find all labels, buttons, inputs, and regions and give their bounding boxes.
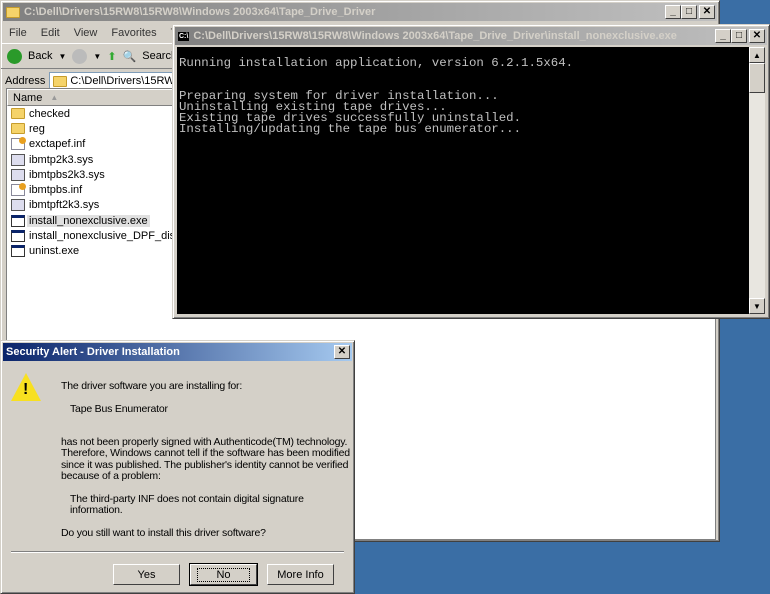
minimize-button[interactable]: _ [715, 29, 731, 43]
explorer-title-bar[interactable]: C:\Dell\Drivers\15RW8\15RW8\Windows 2003… [3, 3, 717, 21]
menu-favorites[interactable]: Favorites [111, 27, 156, 39]
console-icon: C:\ [178, 31, 190, 41]
maximize-button[interactable]: □ [731, 29, 747, 43]
yes-button[interactable]: Yes [113, 564, 180, 585]
column-header-name[interactable]: Name ▲ [7, 89, 174, 106]
security-alert-dialog: Security Alert - Driver Installation ✕ !… [0, 340, 355, 594]
sys-icon [11, 168, 25, 181]
menu-edit[interactable]: Edit [41, 27, 60, 39]
dialog-question: Do you still want to install this driver… [61, 527, 266, 539]
folder-icon [53, 75, 68, 87]
dialog-reason: The third-party INF does not contain dig… [70, 493, 304, 517]
sort-ascending-icon: ▲ [50, 93, 59, 102]
close-button[interactable]: ✕ [699, 5, 715, 19]
exe-icon [11, 245, 25, 258]
file-name: ibmtpbs.inf [29, 184, 83, 197]
more-info-label: More Info [277, 568, 324, 581]
inf-icon [11, 183, 26, 197]
file-name: ibmtp2k3.sys [29, 153, 94, 166]
forward-button[interactable] [72, 48, 88, 64]
device-name: Tape Bus Enumerator [70, 403, 168, 415]
exe-icon [11, 214, 25, 227]
explorer-title: C:\Dell\Drivers\15RW8\15RW8\Windows 2003… [24, 6, 376, 18]
file-name: reg [29, 122, 45, 135]
address-value: C:\Dell\Drivers\15RW8\ [70, 75, 184, 87]
console-window: C:\ C:\Dell\Drivers\15RW8\15RW8\Windows … [172, 24, 770, 319]
dialog-intro: The driver software you are installing f… [61, 380, 243, 392]
maximize-button[interactable]: □ [681, 5, 697, 19]
scroll-down-button[interactable]: ▼ [749, 298, 765, 314]
console-title: C:\Dell\Drivers\15RW8\15RW8\Windows 2003… [193, 30, 677, 42]
back-arrow-icon [7, 48, 22, 64]
file-name: checked [29, 107, 70, 120]
dialog-title-bar[interactable]: Security Alert - Driver Installation ✕ [3, 343, 352, 361]
search-icon: 🔍 [122, 50, 137, 63]
dialog-body: has not been properly signed with Authen… [61, 436, 350, 483]
scroll-thumb[interactable] [749, 63, 765, 93]
separator [11, 551, 344, 553]
console-title-bar[interactable]: C:\ C:\Dell\Drivers\15RW8\15RW8\Windows … [175, 27, 767, 45]
no-label: No [197, 567, 250, 582]
folder-icon [6, 6, 20, 18]
console-output: Running installation application, versio… [177, 47, 749, 314]
column-name-label: Name [13, 91, 43, 104]
file-name: install_nonexclusive_DPF_dis... [29, 230, 185, 243]
file-name: ibmtpbs2k3.sys [29, 168, 105, 181]
warning-exclamation-icon: ! [23, 381, 29, 398]
forward-dropdown-icon[interactable]: ▼ [93, 52, 101, 61]
minimize-button[interactable]: _ [665, 5, 681, 19]
file-name: exctapef.inf [29, 138, 86, 151]
file-name: install_nonexclusive.exe [27, 214, 150, 227]
close-button[interactable]: ✕ [749, 29, 765, 43]
no-button[interactable]: No [189, 563, 258, 586]
file-name: uninst.exe [29, 245, 80, 258]
folder-icon [11, 108, 25, 120]
more-info-button[interactable]: More Info [267, 564, 334, 585]
menu-view[interactable]: View [74, 27, 98, 39]
address-label: Address [5, 75, 46, 87]
scroll-up-button[interactable]: ▲ [749, 47, 765, 63]
vertical-scrollbar[interactable]: ▲ ▼ [749, 47, 765, 314]
exe-icon [11, 230, 25, 243]
sys-icon [11, 153, 25, 166]
file-name: ibmtpft2k3.sys [29, 199, 100, 212]
folder-icon [11, 123, 25, 135]
sys-icon [11, 199, 25, 212]
dialog-title: Security Alert - Driver Installation [6, 346, 180, 358]
menu-file[interactable]: File [9, 27, 27, 39]
close-button[interactable]: ✕ [334, 345, 350, 359]
yes-label: Yes [137, 568, 156, 581]
back-button[interactable]: Back [28, 50, 52, 62]
back-dropdown-icon[interactable]: ▼ [58, 52, 66, 61]
inf-icon [11, 137, 26, 151]
up-folder-icon[interactable]: ⬆ [107, 50, 116, 63]
